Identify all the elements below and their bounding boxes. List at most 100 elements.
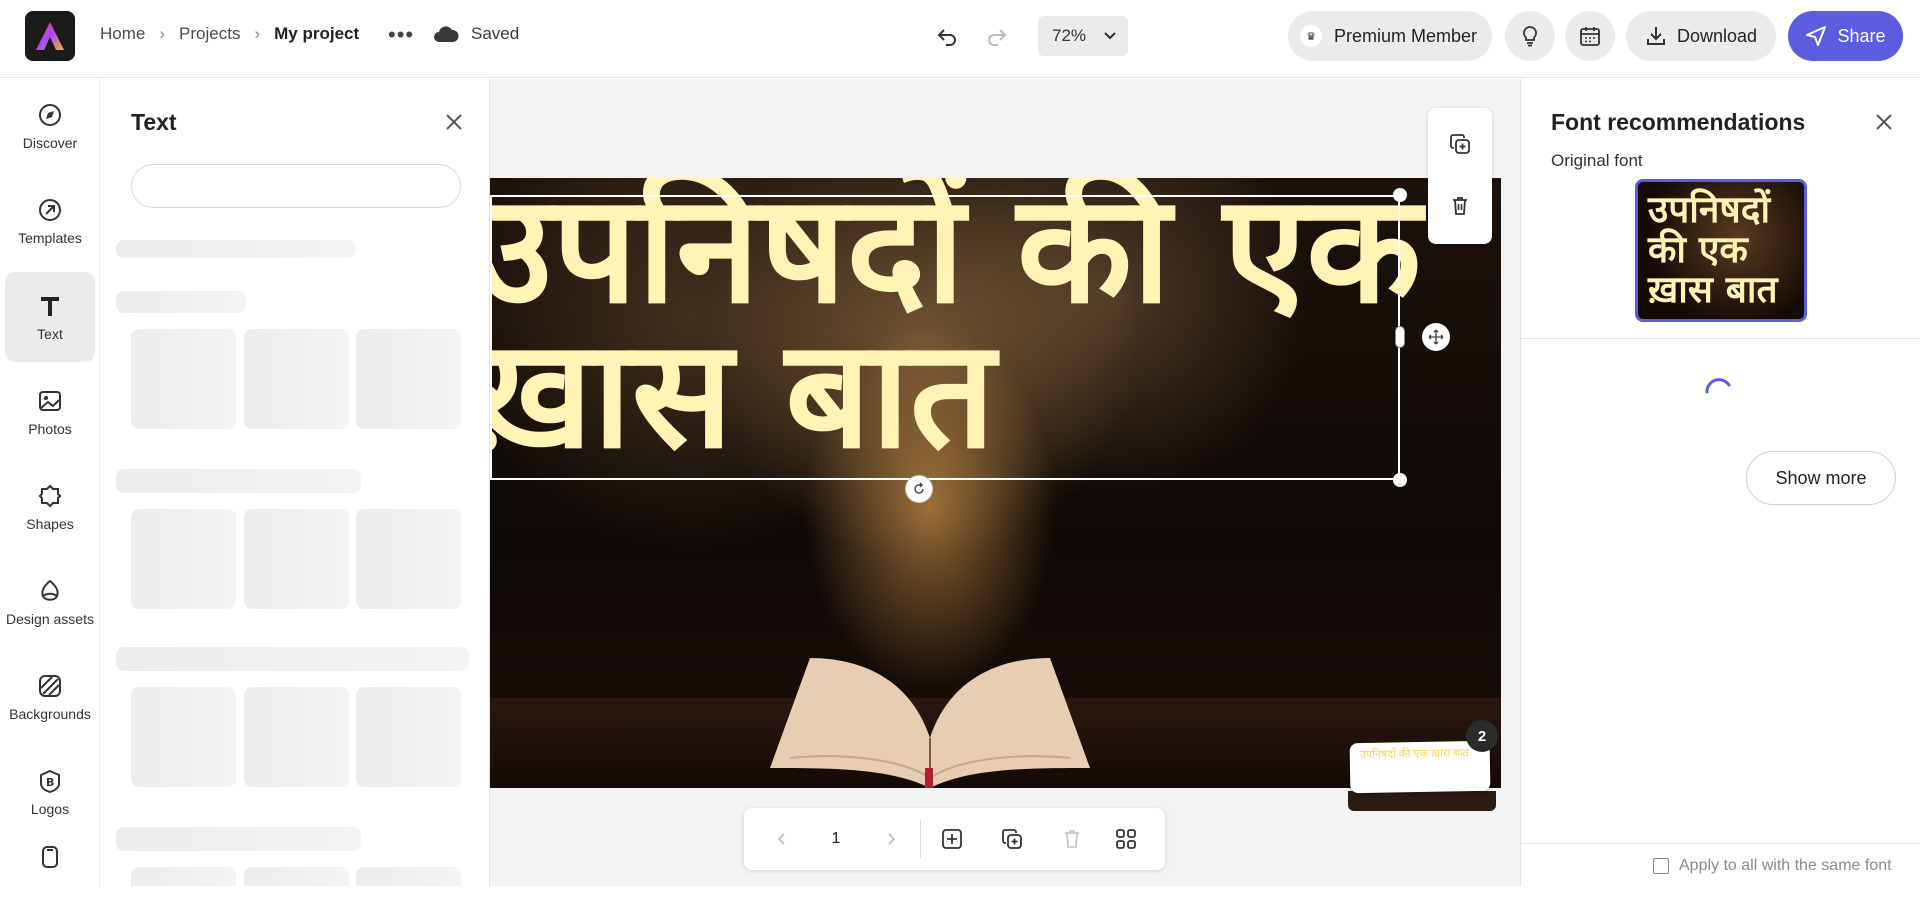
premium-label: Premium Member <box>1334 25 1478 46</box>
top-bar: Home › Projects › My project ••• Saved 7… <box>0 0 1920 78</box>
font-preview-text: उपनिषदों की एक ख़ास बात <box>1648 188 1778 311</box>
add-page-icon[interactable] <box>940 827 964 851</box>
chevron-down-icon <box>1104 32 1116 40</box>
loading-skeleton <box>131 687 236 787</box>
divider <box>1521 843 1920 844</box>
premium-member-button[interactable]: ♛ Premium Member <box>1288 11 1492 61</box>
text-icon <box>36 292 64 320</box>
calendar-button[interactable] <box>1565 11 1615 61</box>
loading-skeleton <box>116 647 469 671</box>
original-font-preview[interactable]: उपनिषदों की एक ख़ास बात <box>1635 179 1807 322</box>
duplicate-page-icon[interactable] <box>1000 827 1024 851</box>
rail-item-label: Text <box>37 326 63 342</box>
original-font-label: Original font <box>1551 151 1643 170</box>
chevron-right-icon: › <box>159 24 166 43</box>
chevron-right-icon: › <box>254 24 261 43</box>
loading-skeleton <box>116 240 356 258</box>
zoom-value: 72% <box>1052 26 1087 45</box>
cloud-icon <box>434 26 459 42</box>
rail-item-label: Design assets <box>6 611 94 627</box>
rail-item-design-assets[interactable]: Design assets <box>5 557 95 647</box>
show-more-button[interactable]: Show more <box>1746 451 1896 505</box>
loading-skeleton <box>356 509 461 609</box>
grid-view-icon[interactable] <box>1114 827 1138 851</box>
zoom-dropdown[interactable]: 72% <box>1038 16 1128 56</box>
loading-skeleton <box>356 687 461 787</box>
rail-item-logos[interactable]: B Logos <box>5 747 95 837</box>
lightbulb-button[interactable] <box>1505 11 1555 61</box>
templates-icon <box>36 196 64 224</box>
loading-skeleton <box>131 329 236 429</box>
rail-item-label: Photos <box>28 421 72 437</box>
checkbox[interactable] <box>1653 858 1669 874</box>
download-icon <box>1646 27 1665 45</box>
loading-skeleton <box>116 291 246 313</box>
search-input[interactable] <box>131 164 461 208</box>
selection-box[interactable] <box>490 195 1400 480</box>
loading-skeleton <box>116 827 361 851</box>
panel-title: Font recommendations <box>1551 109 1806 135</box>
undo-icon[interactable] <box>932 22 962 52</box>
rail-item-backgrounds[interactable]: Backgrounds <box>5 652 95 742</box>
delete-page-icon[interactable] <box>1060 827 1084 851</box>
share-button[interactable]: Share <box>1788 11 1903 61</box>
page-thumbnail-stack[interactable]: उपनिषदों की एक ख़ास बात 2 <box>1346 720 1498 814</box>
rail-item-label: Logos <box>30 801 70 817</box>
trash-icon[interactable] <box>1448 194 1472 218</box>
resize-handle[interactable] <box>1393 473 1407 487</box>
rail-item-photos[interactable]: Photos <box>5 367 95 457</box>
more-options-icon[interactable]: ••• <box>388 22 414 48</box>
save-status-label: Saved <box>471 24 520 43</box>
duplicate-icon[interactable] <box>1448 132 1472 156</box>
lightbulb-icon <box>1523 26 1537 47</box>
breadcrumb-projects[interactable]: Projects <box>179 24 240 44</box>
close-icon[interactable] <box>1873 111 1895 133</box>
page-count-badge: 2 <box>1466 720 1498 752</box>
rail-item-label: Templates <box>18 230 82 246</box>
photo-icon <box>36 387 64 415</box>
divider <box>1521 338 1920 339</box>
chevron-right-icon[interactable] <box>879 827 903 851</box>
design-assets-icon <box>36 577 64 605</box>
svg-text:B: B <box>46 776 54 789</box>
backgrounds-icon <box>36 672 64 700</box>
compass-icon <box>36 101 64 129</box>
rail-item-more[interactable] <box>5 839 95 899</box>
loading-skeleton <box>244 329 349 429</box>
redo-icon[interactable] <box>982 22 1012 52</box>
move-icon[interactable] <box>1422 323 1450 351</box>
loading-skeleton <box>131 509 236 609</box>
adobe-express-logo[interactable] <box>25 11 75 61</box>
artboard[interactable]: उपनिषदों की एक ख़ास बात <box>490 178 1501 788</box>
loading-skeleton <box>356 867 461 886</box>
font-recommendations-panel: Font recommendations Original font उपनिष… <box>1520 79 1920 886</box>
device-icon <box>36 843 64 871</box>
breadcrumb: Home › Projects › My project <box>100 24 359 44</box>
close-icon[interactable] <box>443 111 465 133</box>
breadcrumb-current[interactable]: My project <box>274 24 359 44</box>
rail-item-templates[interactable]: Templates <box>5 176 95 266</box>
left-rail: Discover Templates Text Photos Shapes De… <box>0 79 100 886</box>
logos-icon: B <box>36 767 64 795</box>
loading-skeleton <box>131 867 236 886</box>
rail-item-label: Discover <box>22 135 78 151</box>
breadcrumb-home[interactable]: Home <box>100 24 145 44</box>
loading-skeleton <box>244 687 349 787</box>
apply-all-label: Apply to all with the same font <box>1679 857 1892 874</box>
logo-icon <box>36 22 64 50</box>
rotate-icon[interactable] <box>905 475 933 503</box>
rail-item-text[interactable]: Text <box>5 272 95 362</box>
download-label: Download <box>1676 25 1758 46</box>
page-number: 1 <box>831 830 841 847</box>
apply-all-checkbox[interactable]: Apply to all with the same font <box>1653 857 1892 875</box>
rail-item-shapes[interactable]: Shapes <box>5 462 95 552</box>
loading-skeleton <box>116 469 361 493</box>
rail-item-discover[interactable]: Discover <box>5 81 95 171</box>
loading-skeleton <box>244 509 349 609</box>
side-resize-handle[interactable] <box>1395 326 1405 348</box>
rail-item-label: Shapes <box>26 516 74 532</box>
text-panel: Text <box>101 79 490 886</box>
chevron-left-icon[interactable] <box>770 827 794 851</box>
resize-handle[interactable] <box>1393 188 1407 202</box>
download-button[interactable]: Download <box>1626 11 1776 61</box>
